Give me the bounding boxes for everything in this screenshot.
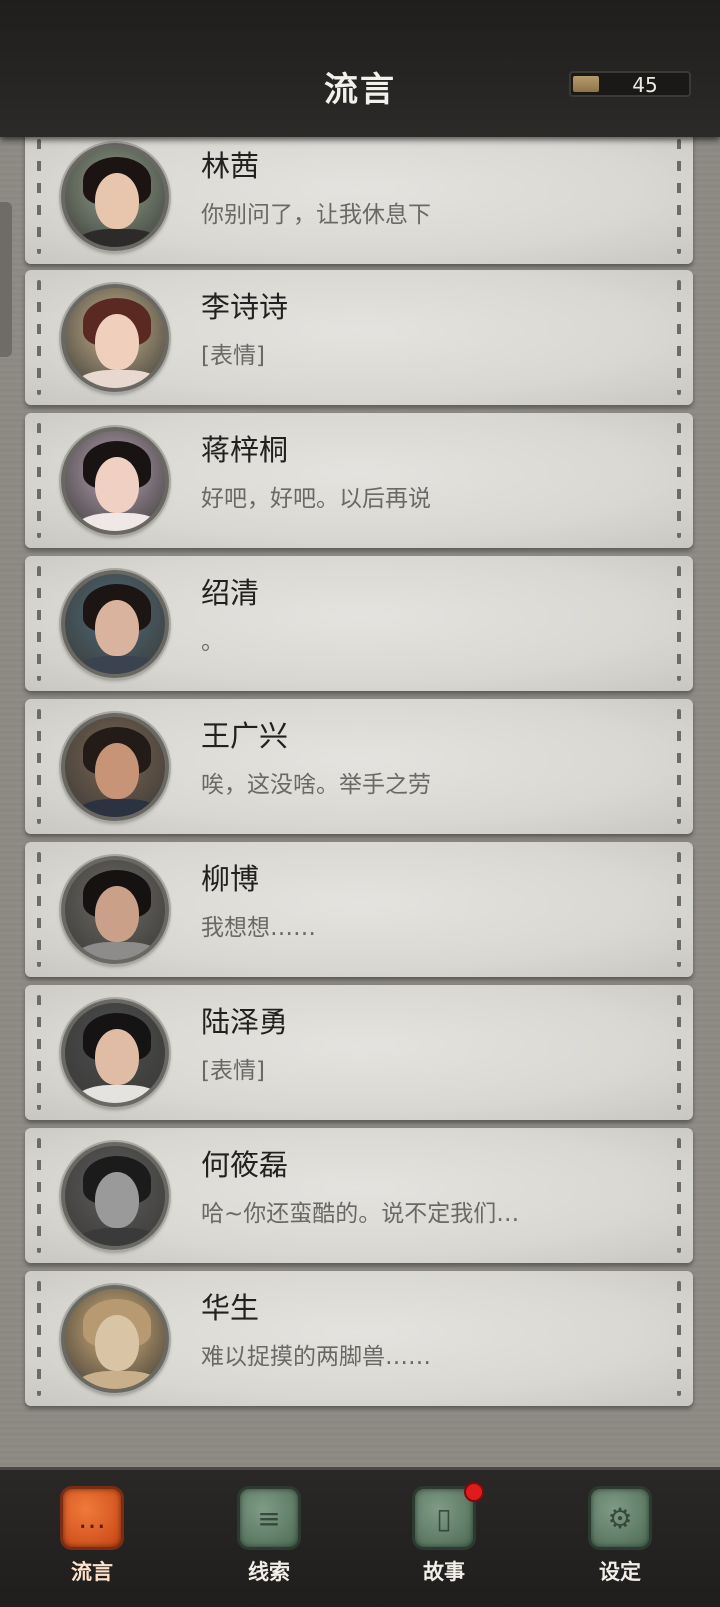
contact-avatar <box>61 1285 169 1393</box>
contact-avatar <box>61 427 169 535</box>
contact-card[interactable]: 蒋梓桐好吧，好吧。以后再说 <box>25 413 693 548</box>
header-bar: 流言 45 <box>0 0 720 137</box>
avatar-body <box>75 229 163 247</box>
contact-name: 林茜 <box>201 149 260 183</box>
nav-tab-0[interactable]: … 流言 <box>42 1486 142 1596</box>
contact-card[interactable]: 柳博我想想…… <box>25 842 693 977</box>
avatar-face <box>95 173 139 229</box>
nav-label: 故事 <box>423 1559 465 1584</box>
contact-name: 柳博 <box>201 862 260 896</box>
contact-last-message: 我想想…… <box>201 915 316 941</box>
avatar-face <box>95 600 139 656</box>
notification-dot-icon <box>464 1482 484 1502</box>
contact-name: 陆泽勇 <box>201 1005 289 1039</box>
avatar-body <box>75 799 163 817</box>
nav-tab-2[interactable]: ▯ 故事 <box>394 1482 494 1596</box>
contact-name: 王广兴 <box>201 719 289 753</box>
contact-avatar <box>61 1142 169 1250</box>
contact-avatar <box>61 570 169 678</box>
contact-avatar <box>61 999 169 1107</box>
nav-label: 线索 <box>248 1559 290 1584</box>
avatar-body <box>75 942 163 960</box>
avatar-face <box>95 457 139 513</box>
contact-name: 华生 <box>201 1291 260 1325</box>
contact-last-message: 。 <box>201 629 224 655</box>
contact-avatar <box>61 856 169 964</box>
avatar-body <box>75 1371 163 1389</box>
avatar-body <box>75 1085 163 1103</box>
contact-card[interactable]: 绍清。 <box>25 556 693 691</box>
contact-avatar <box>61 713 169 821</box>
contact-card[interactable]: 华生难以捉摸的两脚兽…… <box>25 1271 693 1406</box>
contact-card[interactable]: 王广兴唉，这没啥。举手之劳 <box>25 699 693 834</box>
contact-last-message: 唉，这没啥。举手之劳 <box>201 772 431 798</box>
contact-name: 蒋梓桐 <box>201 433 289 467</box>
avatar-face <box>95 743 139 799</box>
avatar-body <box>75 1228 163 1246</box>
avatar-body <box>75 513 163 531</box>
gear-icon: ⚙ <box>588 1486 652 1550</box>
nav-label: 流言 <box>71 1559 113 1584</box>
contact-avatar <box>61 284 169 392</box>
contact-name: 李诗诗 <box>201 290 289 324</box>
contact-card[interactable]: 何筱磊哈~你还蛮酷的。说不定我们… <box>25 1128 693 1263</box>
avatar-face <box>95 1029 139 1085</box>
contact-list[interactable]: 林茜你别问了，让我休息下李诗诗 [表情] 蒋梓桐好吧，好吧。以后再说绍清。王广兴唉，… <box>0 137 720 1467</box>
avatar-body <box>75 370 163 388</box>
avatar-face <box>95 886 139 942</box>
nav-glyph: ▯ <box>436 1502 452 1535</box>
contact-last-message: 哈~你还蛮酷的。说不定我们… <box>201 1201 520 1227</box>
contact-last-message: 好吧，好吧。以后再说 <box>201 486 431 512</box>
nav-glyph: ≡ <box>257 1502 281 1535</box>
nav-tab-1[interactable]: ≡ 线索 <box>219 1486 319 1596</box>
avatar-body <box>75 656 163 674</box>
nav-glyph: … <box>78 1502 106 1535</box>
avatar-face <box>95 1172 139 1228</box>
contact-avatar <box>61 143 169 251</box>
contact-card[interactable]: 林茜你别问了，让我休息下 <box>25 137 693 264</box>
document-icon: ≡ <box>237 1486 301 1550</box>
contact-last-message: 难以捉摸的两脚兽…… <box>201 1344 431 1370</box>
contact-last-message: 你别问了，让我休息下 <box>201 202 431 228</box>
scrollbar-thumb[interactable] <box>0 202 12 357</box>
contact-last-message: [表情] <box>201 1058 265 1084</box>
contact-name: 绍清 <box>201 576 260 610</box>
currency-bar-icon <box>573 76 599 92</box>
avatar-face <box>95 314 139 370</box>
contact-card[interactable]: 李诗诗 [表情] <box>25 270 693 405</box>
contact-card[interactable]: 陆泽勇 [表情] <box>25 985 693 1120</box>
bottom-nav: … 流言 ≡ 线索 ▯ 故事 ⚙ 设定 <box>0 1467 720 1607</box>
nav-glyph: ⚙ <box>607 1502 633 1535</box>
nav-label: 设定 <box>599 1559 641 1584</box>
avatar-face <box>95 1315 139 1371</box>
nav-tab-3[interactable]: ⚙ 设定 <box>570 1486 670 1596</box>
currency-value: 45 <box>632 73 658 97</box>
chat-bubble-icon: … <box>60 1486 124 1550</box>
currency-counter: 45 <box>569 71 691 97</box>
contact-last-message: [表情] <box>201 343 265 369</box>
contact-name: 何筱磊 <box>201 1148 289 1182</box>
